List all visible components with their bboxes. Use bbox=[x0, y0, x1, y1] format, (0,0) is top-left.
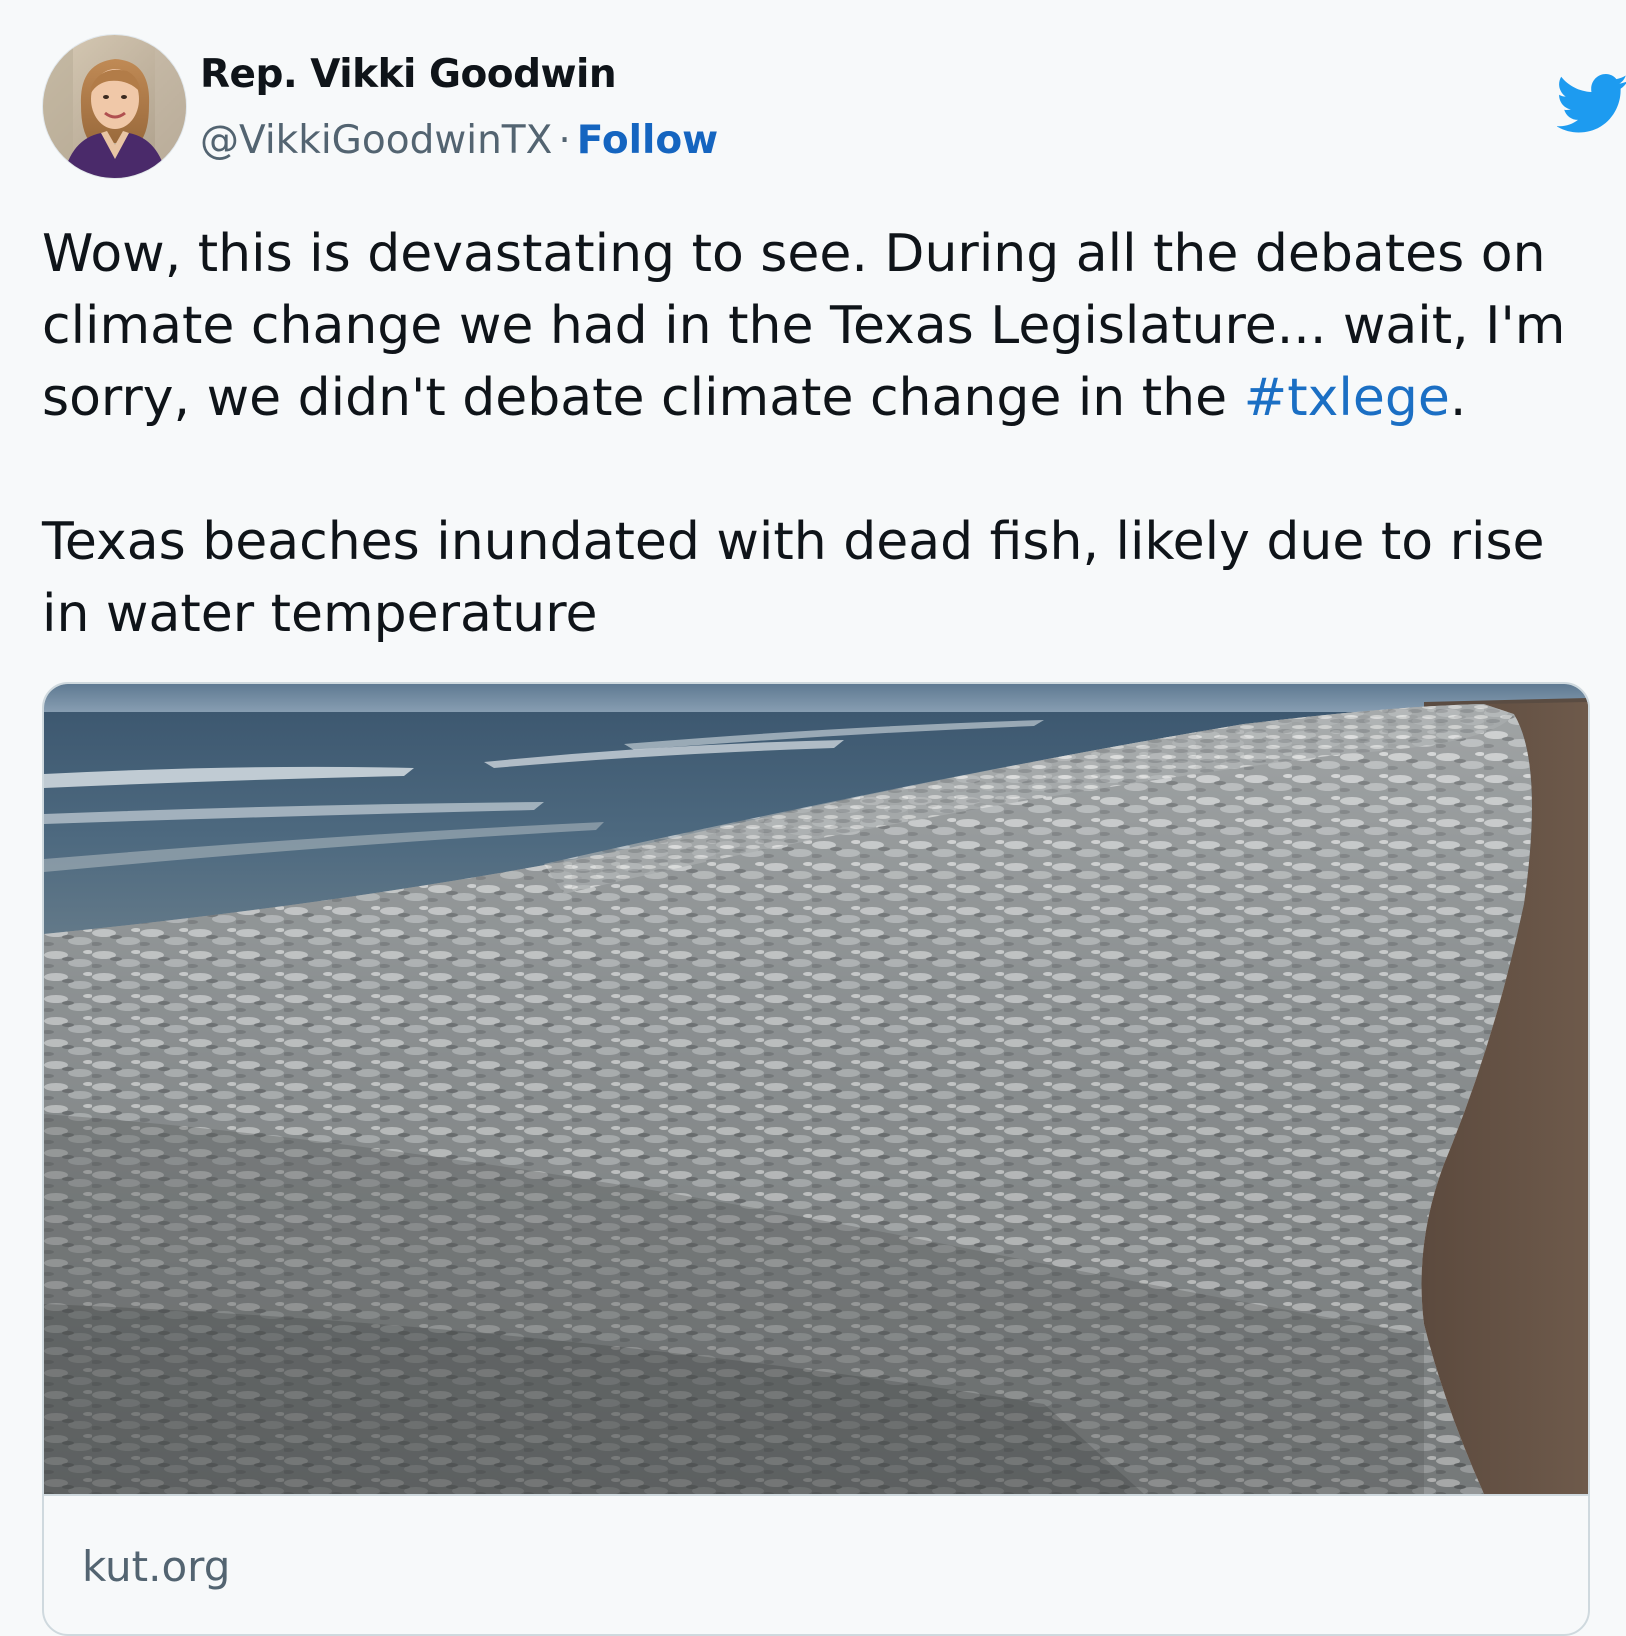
card-image[interactable] bbox=[44, 684, 1588, 1494]
tweet-paragraph: Wow, this is devastating to see. During … bbox=[42, 218, 1592, 434]
tweet-paragraph-headline: Texas beaches inundated with dead fish, … bbox=[42, 512, 1545, 644]
tweet-embed: Rep. Vikki Goodwin @VikkiGoodwinTX · Follo… bbox=[0, 0, 1626, 1636]
follow-button[interactable]: Follow bbox=[577, 118, 718, 163]
user-handle[interactable]: @VikkiGoodwinTX bbox=[200, 118, 552, 163]
avatar[interactable] bbox=[42, 34, 187, 179]
card-domain[interactable]: kut.org bbox=[82, 1542, 230, 1591]
separator-dot: · bbox=[558, 118, 571, 163]
link-card[interactable]: kut.org bbox=[42, 682, 1590, 1636]
card-divider bbox=[44, 1494, 1588, 1496]
tweet-text-period: . bbox=[1449, 368, 1467, 428]
tweet-body: Wow, this is devastating to see. During … bbox=[42, 218, 1592, 650]
twitter-bird-icon[interactable] bbox=[1556, 74, 1626, 134]
tweet-header: Rep. Vikki Goodwin @VikkiGoodwinTX · Follo… bbox=[42, 34, 1626, 179]
author-meta: @VikkiGoodwinTX · Follow bbox=[200, 118, 718, 163]
display-name[interactable]: Rep. Vikki Goodwin bbox=[200, 52, 617, 97]
hashtag-link[interactable]: #txlege bbox=[1244, 368, 1450, 428]
